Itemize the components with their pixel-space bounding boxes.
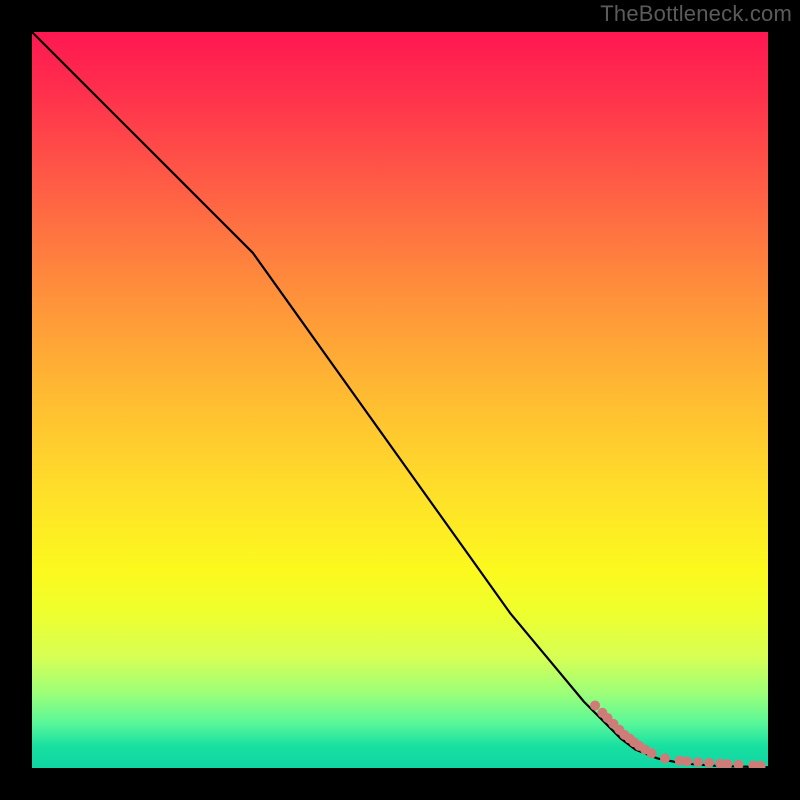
marker-dot bbox=[756, 761, 766, 768]
marker-dot bbox=[647, 748, 657, 758]
curve-line bbox=[32, 32, 768, 767]
marker-dot bbox=[704, 758, 714, 768]
plot-svg bbox=[32, 32, 768, 768]
chart-frame: TheBottleneck.com bbox=[0, 0, 800, 800]
marker-dot bbox=[693, 757, 703, 767]
plot-area bbox=[32, 32, 768, 768]
marker-dot bbox=[723, 759, 733, 768]
marker-dot bbox=[660, 753, 670, 763]
marker-dot bbox=[590, 700, 600, 710]
marker-dot bbox=[682, 756, 692, 766]
attribution-text: TheBottleneck.com bbox=[0, 1, 792, 27]
marker-dot bbox=[734, 760, 744, 768]
